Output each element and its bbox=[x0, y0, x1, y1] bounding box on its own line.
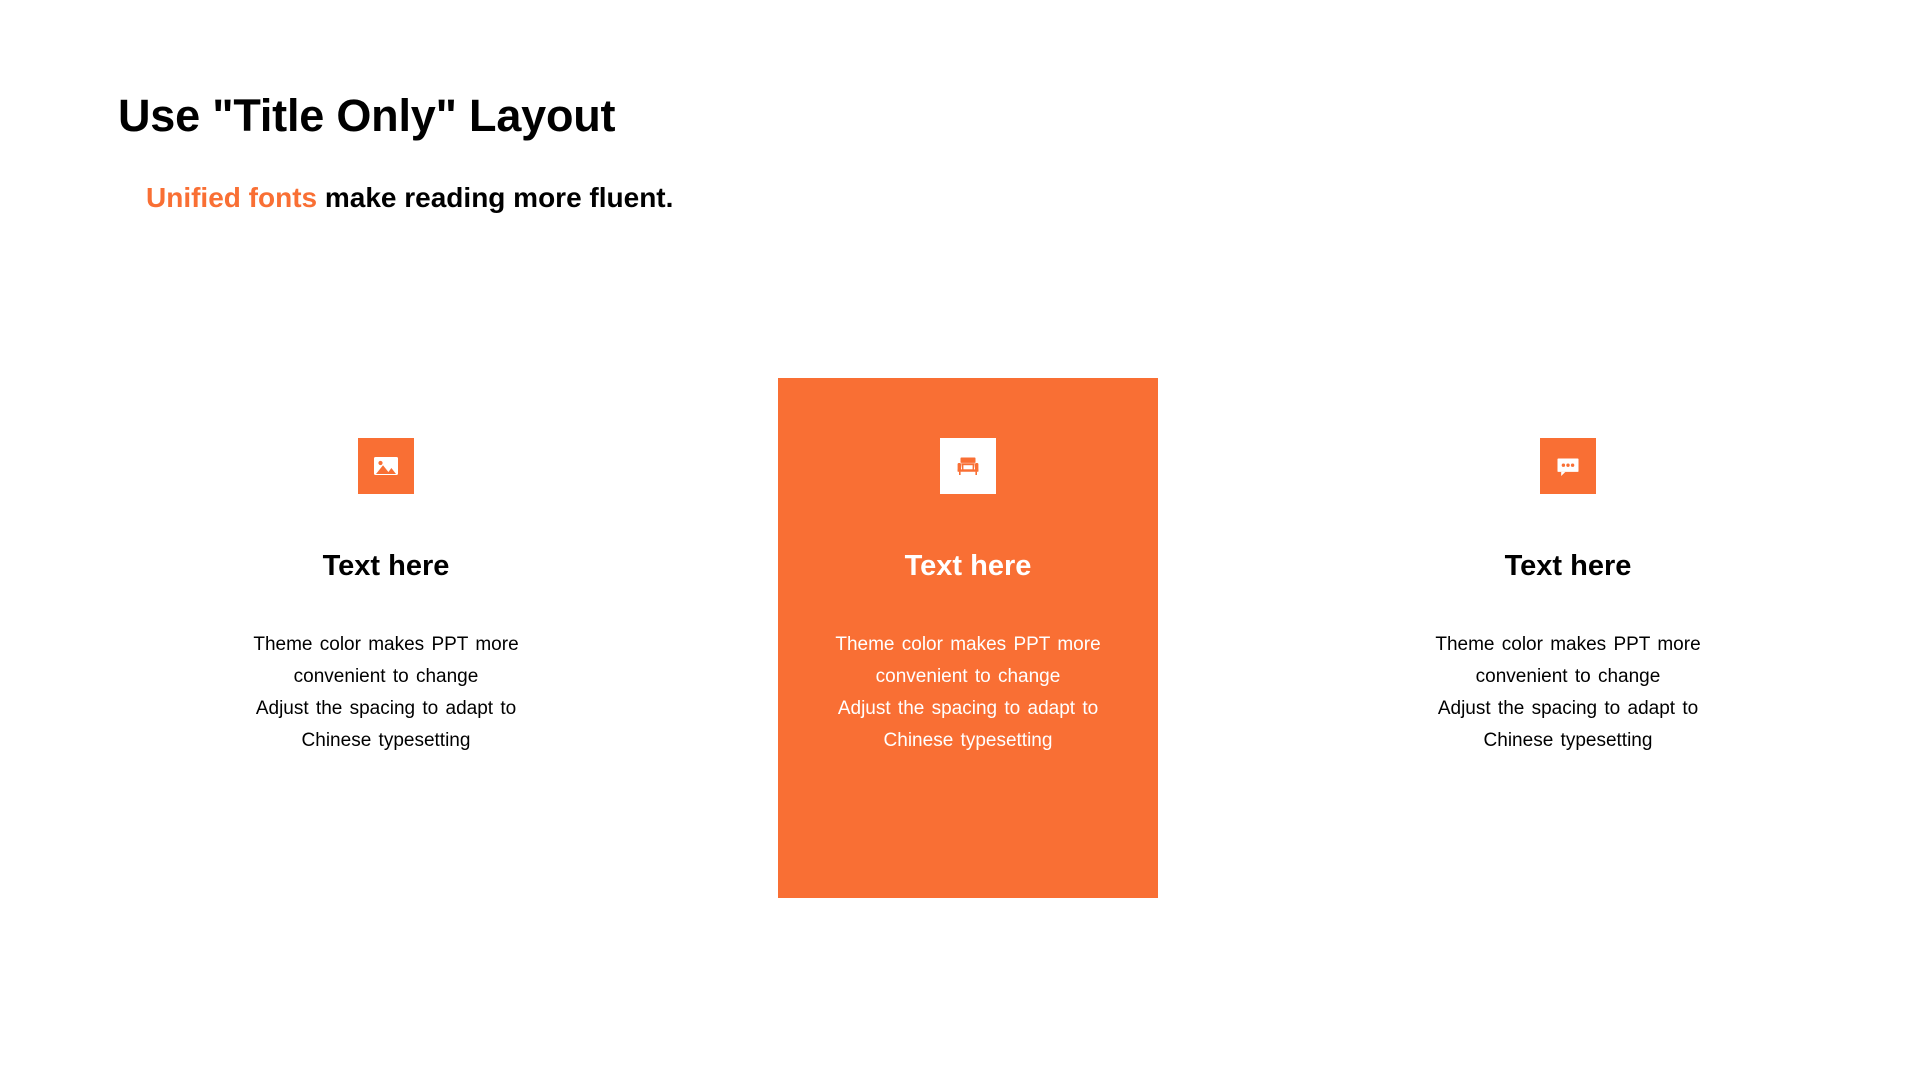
armchair-icon bbox=[957, 457, 979, 475]
card-body-line: Chinese typesetting bbox=[883, 730, 1053, 751]
content-card-right[interactable]: Text here Theme color makes PPT more con… bbox=[1378, 378, 1758, 898]
subtitle-rest-text: make reading more fluent. bbox=[317, 182, 674, 213]
content-card-center[interactable]: Text here Theme color makes PPT more con… bbox=[778, 378, 1158, 898]
card-body-line: Adjust the spacing to adapt to bbox=[255, 698, 517, 719]
card-body-line: Theme color makes PPT more bbox=[253, 634, 519, 655]
card-body-line: Theme color makes PPT more bbox=[835, 634, 1101, 655]
picture-icon-tile bbox=[358, 438, 414, 494]
card-body-line: Chinese typesetting bbox=[301, 730, 471, 751]
card-body: Theme color makes PPT more convenient to… bbox=[1418, 629, 1718, 757]
card-heading: Text here bbox=[1504, 550, 1632, 582]
chat-bubble-icon-tile bbox=[1540, 438, 1596, 494]
card-body-line: convenient to change bbox=[875, 666, 1061, 687]
card-body-line: Adjust the spacing to adapt to bbox=[837, 698, 1099, 719]
card-body-line: Adjust the spacing to adapt to bbox=[1437, 698, 1699, 719]
picture-icon bbox=[374, 457, 398, 475]
card-body: Theme color makes PPT more convenient to… bbox=[236, 629, 536, 757]
card-body: Theme color makes PPT more convenient to… bbox=[818, 629, 1118, 757]
card-heading: Text here bbox=[904, 550, 1032, 582]
chat-bubble-icon bbox=[1557, 458, 1579, 476]
card-body-line: convenient to change bbox=[1475, 666, 1661, 687]
page-title: Use "Title Only" Layout bbox=[118, 90, 616, 141]
card-body-line: convenient to change bbox=[293, 666, 479, 687]
card-body-line: Chinese typesetting bbox=[1483, 730, 1653, 751]
slide-subtitle: Unified fonts make reading more fluent. bbox=[146, 182, 673, 214]
card-heading: Text here bbox=[322, 550, 450, 582]
subtitle-accent-text: Unified fonts bbox=[146, 182, 318, 213]
card-body-line: Theme color makes PPT more bbox=[1435, 634, 1701, 655]
slide-canvas: Use "Title Only" Layout Unified fonts ma… bbox=[0, 0, 1920, 1080]
armchair-icon-tile bbox=[940, 438, 996, 494]
content-card-left[interactable]: Text here Theme color makes PPT more con… bbox=[196, 378, 576, 898]
content-columns: Text here Theme color makes PPT more con… bbox=[0, 378, 1920, 898]
